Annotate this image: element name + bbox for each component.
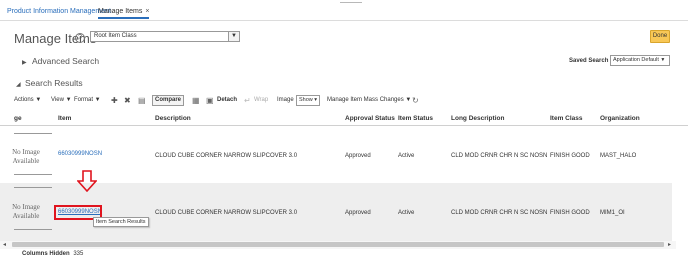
export-icon[interactable]: ▦ [192, 95, 200, 106]
collapse-triangle-icon: ◢ [16, 82, 21, 88]
advanced-search-label: Advanced Search [32, 56, 100, 66]
advanced-search-toggle[interactable]: ▶ Advanced Search [22, 56, 99, 66]
long-description-cell: CLD MOD CRNR CHR N SC NOSN [451, 153, 548, 159]
columns-hidden-label: Columns Hidden [22, 251, 70, 257]
approval-status-cell: Approved [345, 210, 371, 216]
actions-menu[interactable]: Actions ▼ [14, 95, 41, 106]
column-header-long-description[interactable]: Long Description [451, 115, 504, 122]
column-header-description[interactable]: Description [155, 115, 191, 122]
image-divider [14, 229, 52, 230]
results-table-header: ge Item Description Approval Status Item… [0, 112, 688, 126]
image-divider [14, 174, 52, 175]
tab-bar: Product Information Management Manage It… [0, 0, 688, 21]
refresh-icon[interactable]: ↻ [412, 95, 419, 106]
organization-cell: MAST_HALO [600, 153, 637, 159]
scroll-left-icon[interactable]: ◂ [3, 241, 6, 249]
question-circle-icon[interactable]: ? [75, 33, 85, 43]
item-status-cell: Active [398, 153, 415, 159]
expand-triangle-icon: ▶ [22, 60, 27, 66]
search-results-toggle[interactable]: ◢ Search Results [16, 78, 83, 88]
wrap-button[interactable]: Wrap [254, 95, 268, 106]
view-menu[interactable]: View ▼ [51, 95, 72, 106]
columns-hidden-status: Columns Hidden 335 [22, 251, 83, 257]
chevron-down-icon[interactable]: ▼ [228, 32, 239, 41]
chevron-down-icon: ▼ [660, 57, 666, 63]
horizontal-scrollbar[interactable]: ◂ ▸ [0, 241, 676, 249]
column-header-organization[interactable]: Organization [600, 115, 640, 122]
mass-changes-menu[interactable]: Manage Item Mass Changes ▼ [327, 95, 411, 106]
column-header-approval-status[interactable]: Approval Status [345, 115, 395, 122]
description-cell: CLOUD CUBE CORNER NARROW SLIPCOVER 3.0 [155, 210, 298, 216]
scrollbar-thumb[interactable] [12, 242, 664, 247]
image-divider [14, 133, 52, 134]
detach-icon[interactable]: ▣ [206, 95, 214, 106]
item-class-cell: FINISH GOOD [550, 153, 590, 159]
tab-manage-items-label: Manage Items [98, 8, 143, 15]
image-label: Image [277, 97, 294, 103]
saved-search-select[interactable]: Application Default ▼ [610, 55, 670, 66]
column-header-item-class[interactable]: Item Class [550, 115, 583, 122]
format-menu[interactable]: Format ▼ [74, 95, 101, 106]
column-header-item[interactable]: Item [58, 115, 71, 122]
item-class-select[interactable]: Root Item Class ▼ [90, 31, 240, 42]
column-header-item-status[interactable]: Item Status [398, 115, 433, 122]
annotation-arrow-icon [77, 170, 97, 192]
item-status-cell: Active [398, 210, 415, 216]
wrap-icon: ↵ [244, 96, 251, 105]
long-description-cell: CLD MOD CRNR CHR N SC NOSN [451, 210, 548, 216]
tab-manage-items[interactable]: Manage Items × [98, 8, 150, 19]
no-image-placeholder: No Image Available [12, 203, 40, 220]
image-divider [14, 187, 52, 188]
item-link[interactable]: 66030999NOSN [58, 151, 102, 157]
freeze-icon[interactable]: ▤ [138, 95, 146, 106]
approval-status-cell: Approved [345, 153, 371, 159]
tooltip: Item Search Results [93, 217, 149, 227]
close-icon[interactable]: × [145, 8, 149, 15]
description-cell: CLOUD CUBE CORNER NARROW SLIPCOVER 3.0 [155, 153, 298, 159]
tab-product-information-management[interactable]: Product Information Management [7, 8, 111, 15]
table-row[interactable]: No Image Available 66030999NOSN CLOUD CU… [0, 126, 672, 183]
results-toolbar: Actions ▼ View ▼ Format ▼ ✚ ✖ ▤ Compare … [14, 95, 454, 107]
saved-search-label: Saved Search [569, 58, 609, 64]
organization-cell: MIM1_OI [600, 210, 625, 216]
saved-search-value: Application Default [613, 57, 659, 63]
image-show-select[interactable]: Show ▾ [296, 95, 320, 106]
detach-button[interactable]: Detach [217, 95, 237, 106]
delete-icon[interactable]: ✖ [124, 95, 131, 106]
columns-hidden-count: 335 [73, 251, 84, 257]
item-class-value: Root Item Class [94, 33, 137, 39]
compare-button[interactable]: Compare [152, 95, 184, 106]
column-header-image[interactable]: ge [14, 115, 22, 122]
scroll-right-icon[interactable]: ▸ [668, 241, 671, 249]
done-button[interactable]: Done [650, 30, 670, 43]
item-class-cell: FINISH GOOD [550, 210, 590, 216]
add-icon[interactable]: ✚ [111, 95, 118, 106]
no-image-placeholder: No Image Available [12, 148, 40, 165]
search-results-label: Search Results [25, 78, 83, 88]
